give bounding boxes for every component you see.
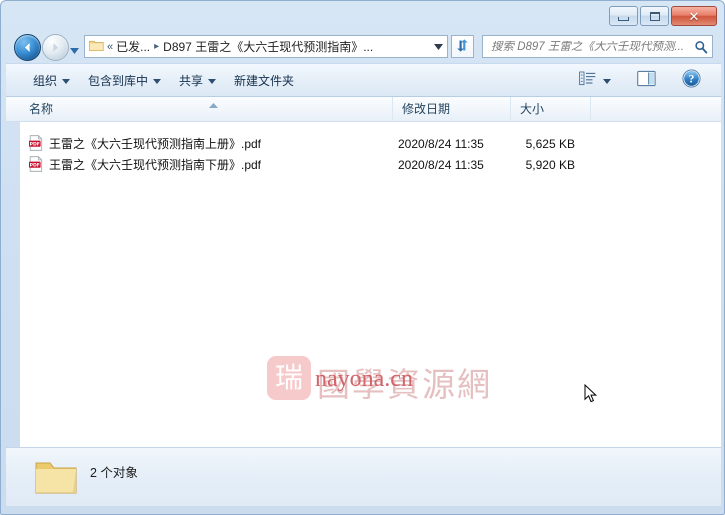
pdf-file-icon: PDF	[28, 155, 44, 172]
file-name: 王雷之《大六壬现代预测指南下册》.pdf	[49, 158, 262, 172]
chevron-down-icon	[208, 73, 217, 87]
table-row[interactable]: PDF 王雷之《大六壬现代预测指南下册》.pdf 2020/8/24 11:35…	[20, 154, 721, 175]
search-input[interactable]	[483, 40, 690, 53]
recent-pages-dropdown[interactable]	[70, 43, 79, 54]
share-label: 共享	[179, 73, 204, 88]
file-name: 王雷之《大六壬现代预测指南上册》.pdf	[49, 137, 262, 151]
status-text: 2 个对象	[90, 466, 138, 480]
watermark-chinese-text: 國學資源網	[317, 365, 492, 404]
navigation-bar: « 已发... ▸ D897 王雷之《大六壬现代预测指南》 ...	[6, 31, 721, 63]
chevron-down-icon	[603, 73, 611, 87]
title-bar[interactable]: ✕	[6, 1, 721, 31]
refresh-button[interactable]	[451, 35, 474, 58]
address-dropdown-button[interactable]	[429, 36, 447, 57]
include-in-library-button[interactable]: 包含到库中	[79, 68, 170, 92]
search-box[interactable]	[482, 35, 713, 58]
address-bar[interactable]: « 已发... ▸ D897 王雷之《大六壬现代预测指南》 ...	[84, 35, 448, 58]
breadcrumb-current[interactable]: D897 王雷之《大六壬现代预测指南》	[163, 38, 363, 55]
maximize-button[interactable]	[640, 6, 669, 26]
column-header-blank[interactable]	[590, 97, 721, 121]
watermark-url-text: nayona.cn	[315, 366, 413, 392]
back-arrow-icon	[15, 35, 40, 60]
include-in-library-label: 包含到库中	[88, 73, 149, 88]
folder-icon	[89, 39, 104, 55]
close-icon: ✕	[688, 8, 700, 24]
organize-button[interactable]: 组织	[24, 68, 79, 92]
chevron-down-icon	[153, 73, 162, 87]
maximize-icon	[641, 7, 668, 25]
help-icon: ?	[682, 69, 701, 91]
new-folder-button[interactable]: 新建文件夹	[225, 68, 303, 92]
command-bar-right-group: ?	[575, 67, 721, 93]
forward-arrow-icon	[43, 35, 68, 60]
forward-button[interactable]	[42, 34, 69, 61]
file-date: 2020/8/24 11:35	[398, 157, 484, 172]
column-header-row: 名称 修改日期 大小	[6, 97, 721, 122]
column-header-name[interactable]: 名称	[20, 97, 392, 121]
explorer-window: ✕ « 已发... ▸ D897 王雷之《大六壬现代预测指南》 ... 搜索 D…	[0, 0, 725, 515]
svg-text:PDF: PDF	[30, 163, 40, 169]
breadcrumb-separator-icon: ▸	[154, 41, 160, 52]
share-button[interactable]: 共享	[170, 68, 225, 92]
back-button[interactable]	[14, 34, 41, 61]
command-bar: 组织 包含到库中 共享 新建文件夹 ?	[6, 63, 721, 97]
window-controls: ✕	[609, 6, 717, 26]
minimize-button[interactable]	[609, 6, 638, 26]
pdf-file-icon: PDF	[28, 134, 44, 151]
new-folder-label: 新建文件夹	[234, 73, 295, 88]
watermark: 瑞 國學資源網 nayona.cn	[267, 350, 527, 408]
breadcrumb-overflow[interactable]: «	[107, 41, 113, 53]
column-header-date[interactable]: 修改日期	[392, 97, 510, 121]
status-bar: 2 个对象	[6, 447, 721, 506]
close-button[interactable]: ✕	[671, 6, 717, 26]
refresh-icon	[455, 38, 470, 56]
watermark-logo-icon: 瑞	[267, 356, 311, 400]
file-list[interactable]: PDF 王雷之《大六壬现代预测指南上册》.pdf 2020/8/24 11:35…	[20, 122, 721, 447]
preview-pane-button[interactable]	[633, 67, 660, 93]
file-size: 5,625 KB	[525, 136, 575, 151]
help-button[interactable]: ?	[678, 67, 705, 93]
minimize-icon	[610, 7, 637, 25]
organize-label: 组织	[33, 73, 58, 88]
file-size: 5,920 KB	[525, 157, 575, 172]
column-header-size[interactable]: 大小	[510, 97, 590, 121]
view-layout-icon	[579, 71, 596, 89]
chevron-down-icon	[62, 73, 71, 87]
search-icon[interactable]	[690, 40, 712, 54]
preview-pane-icon	[637, 70, 656, 90]
breadcrumb-ellipsis: ...	[363, 39, 374, 54]
breadcrumb-parent[interactable]: 已发...	[116, 38, 150, 55]
svg-text:?: ?	[689, 74, 695, 86]
table-row[interactable]: PDF 王雷之《大六壬现代预测指南上册》.pdf 2020/8/24 11:35…	[20, 133, 721, 154]
file-date: 2020/8/24 11:35	[398, 136, 484, 151]
view-layout-button[interactable]	[575, 67, 615, 93]
svg-text:PDF: PDF	[30, 142, 40, 148]
folder-icon	[33, 456, 79, 498]
